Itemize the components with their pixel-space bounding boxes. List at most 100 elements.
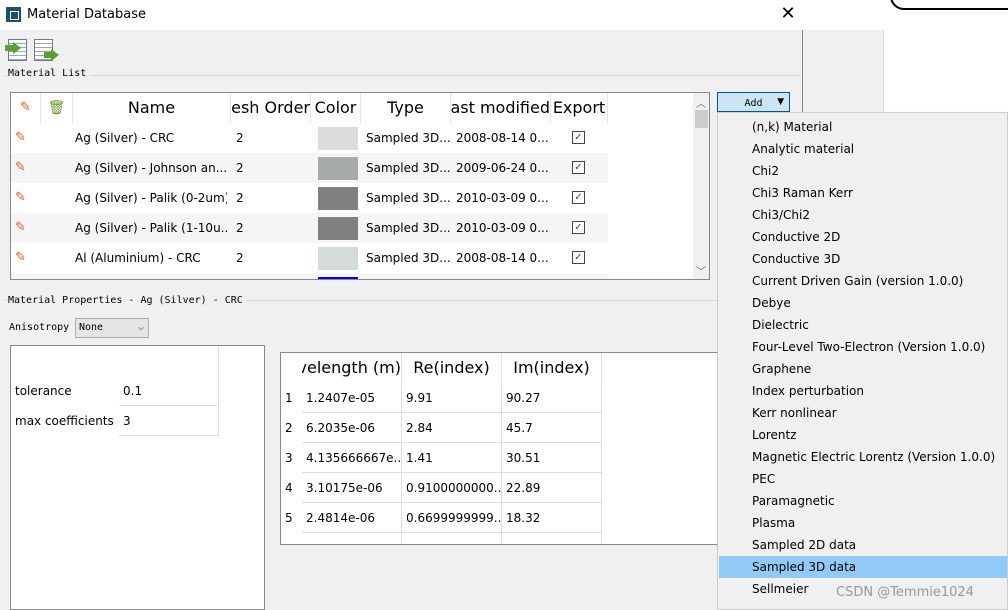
menu-item[interactable]: Dielectric <box>719 314 1007 336</box>
menu-item[interactable]: Conductive 2D <box>719 226 1007 248</box>
wavelength-cell[interactable]: 4.135666667e... <box>302 443 402 473</box>
material-name: Ag (Silver) - Palik (0-2um) <box>75 191 227 205</box>
add-button[interactable]: Add ▼ <box>717 92 790 112</box>
menu-item[interactable]: Sampled 3D data <box>719 556 1007 578</box>
param-label: tolerance <box>15 384 72 398</box>
im-index-cell[interactable]: 45.7 <box>502 413 602 443</box>
re-index-cell[interactable]: 0.9100000000... <box>402 473 502 503</box>
menu-item[interactable]: (n,k) Material <box>719 116 1007 138</box>
color-swatch[interactable] <box>318 247 358 270</box>
re-index-cell[interactable]: 2.84 <box>402 413 502 443</box>
re-index-cell[interactable]: 1.41 <box>402 443 502 473</box>
row-number: 4 <box>285 481 293 495</box>
edit-icon[interactable]: ✎ <box>15 243 26 273</box>
material-type: Sampled 3D... <box>366 161 450 175</box>
menu-item[interactable]: Lorentz <box>719 424 1007 446</box>
param-label: max coefficients <box>15 414 114 428</box>
header-wavelength[interactable]: Wavelength (m) <box>302 353 402 383</box>
mesh-order: 2 <box>236 191 244 205</box>
material-name: Al (Aluminium) - CRC <box>75 251 201 265</box>
chevron-down-icon: ⌵ <box>137 322 144 333</box>
vertical-scrollbar[interactable]: ︿ ﹀ <box>693 93 709 279</box>
menu-item[interactable]: Analytic material <box>719 138 1007 160</box>
table-row[interactable]: ✎ Ag (Silver) - Palik (0-2um) 2 Sampled 3D.… <box>11 183 608 213</box>
parameters-panel: tolerance 0.1 max coefficients 3 <box>10 345 265 610</box>
menu-item[interactable]: Debye <box>719 292 1007 314</box>
header-re-index[interactable]: Re(index) <box>402 353 502 383</box>
material-name: Ag (Silver) - CRC <box>75 131 175 145</box>
menu-item[interactable]: Graphene <box>719 358 1007 380</box>
menu-item[interactable]: Conductive 3D <box>719 248 1007 270</box>
im-index-cell[interactable]: 22.89 <box>502 473 602 503</box>
menu-item[interactable]: Paramagnetic <box>719 490 1007 512</box>
material-name: Ag (Silver) - Palik (1-10u... <box>75 221 227 235</box>
watermark: CSDN @Temmie1024 <box>836 585 974 600</box>
export-checkbox[interactable]: ✓ <box>572 221 585 234</box>
menu-item[interactable]: PEC <box>719 468 1007 490</box>
edit-icon[interactable]: ✎ <box>15 213 26 243</box>
re-index-cell[interactable]: 0.6699999999... <box>402 503 502 533</box>
header-export[interactable]: Export <box>551 93 608 123</box>
im-index-cell[interactable]: 90.27 <box>502 383 602 413</box>
header-type[interactable]: Type <box>361 93 451 123</box>
menu-item[interactable]: Plasma <box>719 512 1007 534</box>
header-edit-icon: ✎ <box>11 93 41 123</box>
material-name: Ag (Silver) - Johnson an... <box>75 161 227 175</box>
mesh-order: 2 <box>236 161 244 175</box>
im-index-cell[interactable]: 18.32 <box>502 503 602 533</box>
table-row[interactable]: ✎ Al (Aluminium) - CRC 2 Sampled 3D... 2008-… <box>11 243 608 273</box>
material-list-table: ✎ 🗑 Name Mesh Order Color Type Last modi… <box>10 92 710 280</box>
edit-icon[interactable]: ✎ <box>15 183 26 213</box>
material-list-label: Material List <box>8 68 91 79</box>
wavelength-cell[interactable]: 1.2407e-05 <box>302 383 402 413</box>
menu-item[interactable]: Chi2 <box>719 160 1007 182</box>
table-row[interactable]: ✎ Ag (Silver) - Johnson an... 2 Sampled 3D.… <box>11 153 608 183</box>
mesh-order: 2 <box>236 221 244 235</box>
menu-item[interactable]: Chi3 Raman Kerr <box>719 182 1007 204</box>
table-row[interactable]: ✎ Ag (Silver) - Palik (1-10u... 2 Sampled 3… <box>11 213 608 243</box>
wavelength-cell[interactable]: 2.4814e-06 <box>302 503 402 533</box>
import-icon[interactable] <box>5 38 29 62</box>
last-modified: 2009-06-24 0... <box>456 161 548 175</box>
color-swatch[interactable] <box>318 217 358 240</box>
header-last-modified[interactable]: Last modified <box>451 93 551 123</box>
header-name[interactable]: Name <box>73 93 231 123</box>
close-button[interactable]: ✕ <box>778 3 798 24</box>
edit-icon[interactable]: ✎ <box>15 123 26 153</box>
export-checkbox[interactable]: ✓ <box>572 251 585 264</box>
header-color[interactable]: Color <box>311 93 361 123</box>
anisotropy-select[interactable]: None ⌵ <box>75 318 149 338</box>
re-index-cell[interactable]: 9.91 <box>402 383 502 413</box>
last-modified: 2008-08-14 0... <box>456 131 548 145</box>
menu-item[interactable]: Current Driven Gain (version 1.0.0) <box>719 270 1007 292</box>
color-swatch[interactable] <box>318 127 358 150</box>
header-mesh-order[interactable]: Mesh Order <box>231 93 311 123</box>
row-number: 2 <box>285 421 293 435</box>
table-row[interactable] <box>11 273 608 279</box>
menu-item[interactable]: Four-Level Two-Electron (Version 1.0.0) <box>719 336 1007 358</box>
color-swatch[interactable] <box>318 277 358 279</box>
menu-item[interactable]: Index perturbation <box>719 380 1007 402</box>
menu-item[interactable]: Chi3/Chi2 <box>719 204 1007 226</box>
color-swatch[interactable] <box>318 187 358 210</box>
export-checkbox[interactable]: ✓ <box>572 131 585 144</box>
menu-item[interactable]: Magnetic Electric Lorentz (Version 1.0.0… <box>719 446 1007 468</box>
title-bar: Material Database ✕ <box>0 0 803 30</box>
mesh-order: 2 <box>236 251 244 265</box>
export-checkbox[interactable]: ✓ <box>572 191 585 204</box>
mesh-order: 2 <box>236 131 244 145</box>
edit-icon[interactable]: ✎ <box>15 153 26 183</box>
menu-item[interactable]: Kerr nonlinear <box>719 402 1007 424</box>
wavelength-cell[interactable]: 3.10175e-06 <box>302 473 402 503</box>
export-checkbox[interactable]: ✓ <box>572 161 585 174</box>
param-value[interactable]: 0.1 <box>119 376 219 406</box>
header-im-index[interactable]: Im(index) <box>502 353 602 383</box>
header-delete-icon: 🗑 <box>41 93 73 123</box>
wavelength-cell[interactable]: 6.2035e-06 <box>302 413 402 443</box>
im-index-cell[interactable]: 30.51 <box>502 443 602 473</box>
menu-item[interactable]: Sampled 2D data <box>719 534 1007 556</box>
param-value[interactable]: 3 <box>119 406 219 436</box>
table-row[interactable]: ✎ Ag (Silver) - CRC 2 Sampled 3D... 2008-08-… <box>11 123 608 153</box>
color-swatch[interactable] <box>318 157 358 180</box>
export-icon[interactable] <box>34 38 59 62</box>
